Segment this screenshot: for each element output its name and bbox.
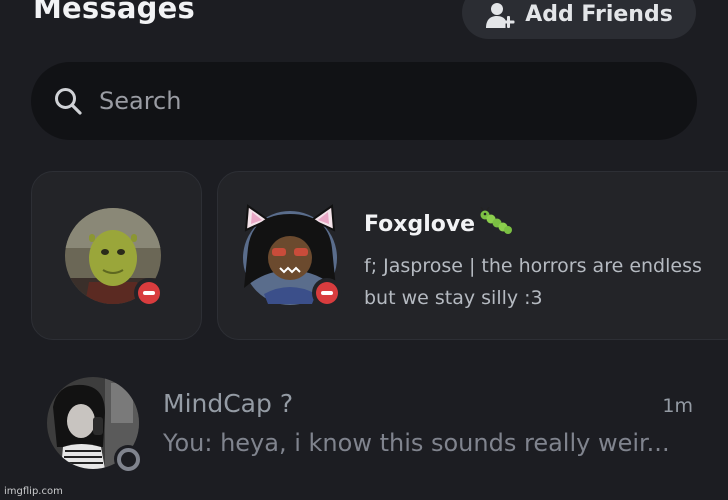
dnd-status-icon (312, 278, 342, 308)
caterpillar-icon (479, 206, 513, 241)
active-friend-card[interactable] (31, 171, 202, 340)
dm-preview: You: heya, i know this sounds really wei… (163, 429, 670, 457)
add-friends-button[interactable]: Add Friends (462, 0, 696, 39)
search-icon (53, 86, 83, 116)
search-placeholder: Search (99, 87, 182, 115)
dm-list-item[interactable]: MindCap ? 1m You: heya, i know this soun… (0, 365, 728, 475)
friend-name-text: Foxglove (364, 211, 476, 237)
status-line: f; Jasprose | the horrors are endless (364, 255, 702, 277)
friend-name: Foxglove (364, 206, 513, 241)
page-title: Messages (33, 0, 195, 25)
dm-name: MindCap ? (163, 389, 294, 418)
status-line: but we stay silly :3 (364, 287, 543, 309)
add-person-icon (485, 2, 515, 30)
watermark: imgflip.com (4, 486, 63, 497)
dnd-status-icon (134, 278, 164, 308)
add-friends-label: Add Friends (525, 2, 673, 27)
dm-timestamp: 1m (662, 395, 693, 417)
search-bar[interactable]: Search (31, 62, 697, 140)
offline-status-icon (114, 445, 142, 473)
friend-custom-status: f; Jasprose | the horrors are endless bu… (364, 250, 728, 314)
active-friend-card-foxglove[interactable]: Foxglove f; Jasprose | the horrors are e… (217, 171, 728, 340)
